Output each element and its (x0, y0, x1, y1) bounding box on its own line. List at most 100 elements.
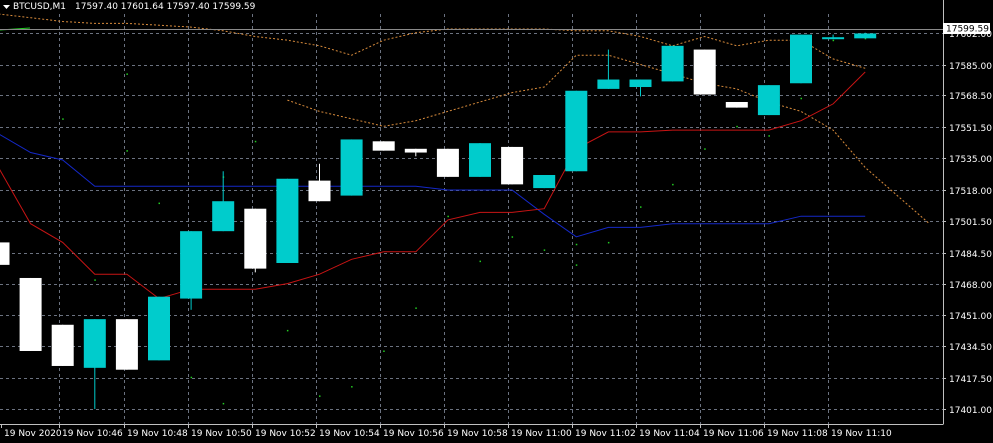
x-tick-label: 19 Nov 10:58 (447, 429, 508, 439)
current-price-label: 17599.59 (946, 25, 989, 35)
candle[interactable] (180, 231, 203, 310)
x-tick-label: 19 Nov 10:50 (191, 429, 252, 439)
x-tick-label: 19 Nov 11:08 (767, 429, 828, 439)
indicator-dot (383, 350, 385, 352)
y-tick-label: 17401.00 (949, 406, 992, 416)
x-tick-label: 19 Nov 11:00 (511, 429, 572, 439)
candle-body (308, 180, 331, 202)
indicator-dot (800, 97, 802, 100)
indicator-dot (768, 135, 770, 137)
indicator-dot (479, 260, 481, 263)
candle-body (244, 208, 267, 269)
indicator-dot (126, 150, 128, 152)
y-tick-label: 17484.50 (949, 250, 992, 260)
price-chart[interactable]: 17602.0017585.0017568.5017551.5017535.00… (0, 0, 993, 443)
x-tick-label: 19 Nov 11:02 (575, 429, 636, 439)
candle-body (83, 319, 106, 368)
y-tick-label: 17551.50 (949, 124, 992, 134)
x-tick-label: 19 Nov 2020 (4, 429, 62, 439)
candle-body (533, 175, 556, 189)
indicator-dot (351, 386, 353, 388)
candle[interactable] (469, 143, 491, 177)
candle-body (340, 139, 363, 196)
candle-body (276, 178, 299, 263)
candle-body (19, 277, 42, 351)
x-tick-label: 19 Nov 11:06 (703, 429, 764, 439)
candle-body (597, 79, 620, 89)
x-tick-label: 19 Nov 11:10 (831, 429, 892, 439)
candle[interactable] (661, 45, 684, 82)
candle[interactable] (436, 148, 459, 177)
candle[interactable] (757, 85, 780, 116)
candle-body (372, 141, 395, 151)
candle-body (790, 34, 812, 84)
y-tick-label: 17535.00 (949, 155, 992, 165)
candle-body (0, 242, 10, 265)
candle-body (501, 146, 524, 185)
indicator-dot (319, 395, 321, 397)
candle[interactable] (854, 32, 877, 39)
candle[interactable] (148, 296, 170, 361)
candle[interactable] (19, 277, 42, 351)
candle[interactable] (340, 139, 363, 196)
candle-body (854, 33, 877, 39)
candle-body (469, 143, 491, 177)
indicator-dot (254, 140, 257, 143)
x-tick-label: 19 Nov 11:04 (639, 429, 700, 439)
y-tick-label: 17518.00 (949, 187, 992, 197)
candle[interactable] (276, 178, 299, 263)
indicator-dot (286, 329, 289, 332)
indicator-dot (575, 264, 578, 266)
candle[interactable] (115, 319, 138, 370)
indicator-dot (607, 241, 610, 244)
candle[interactable] (244, 208, 267, 273)
indicator-dot (832, 39, 835, 42)
candle-body (565, 90, 588, 172)
y-tick-label: 17434.50 (949, 343, 992, 353)
candle[interactable] (565, 90, 588, 172)
candle-body (629, 79, 652, 88)
x-tick-label: 19 Nov 10:52 (255, 429, 316, 439)
candle-body (180, 231, 203, 299)
y-tick-label: 17417.50 (949, 375, 992, 385)
indicator-dot (158, 202, 160, 205)
candle-body (693, 49, 716, 95)
candle-body (661, 45, 684, 82)
candle[interactable] (501, 146, 524, 185)
indicator-dot (511, 236, 514, 238)
candle-body (51, 324, 74, 366)
candle[interactable] (533, 175, 556, 189)
indicator-dot (447, 215, 449, 218)
indicator-dot (543, 249, 546, 251)
indicator-dot (222, 402, 225, 405)
candle[interactable] (51, 324, 74, 366)
candle-body (404, 148, 427, 153)
indicator-dot (640, 206, 642, 208)
indicator-dot (94, 279, 96, 281)
candle[interactable] (372, 141, 395, 151)
indicator-dot (672, 183, 674, 186)
candle-body (725, 101, 748, 108)
y-tick-label: 17501.50 (949, 218, 992, 228)
candle-body (757, 85, 780, 116)
y-tick-label: 17585.00 (949, 62, 992, 72)
candle[interactable] (693, 49, 716, 95)
candle-body (436, 148, 459, 177)
x-tick-label: 19 Nov 10:56 (383, 429, 444, 439)
y-tick-label: 17451.00 (949, 312, 992, 322)
candle-body (148, 296, 170, 361)
chart-background (0, 0, 993, 443)
indicator-dot (575, 243, 578, 246)
indicator-dot (704, 148, 706, 150)
indicator-dot (736, 125, 738, 128)
chart-symbol: BTCUSD,M1 (13, 2, 66, 12)
indicator-dot (62, 118, 64, 120)
indicator-dot (415, 307, 417, 309)
y-tick-label: 17568.50 (949, 92, 992, 102)
candle[interactable] (725, 101, 748, 108)
x-tick-label: 19 Nov 10:48 (127, 429, 188, 439)
x-tick-label: 19 Nov 10:46 (62, 429, 123, 439)
candle-body (212, 201, 235, 232)
y-tick-label: 17468.00 (949, 281, 992, 291)
candle[interactable] (790, 34, 812, 84)
